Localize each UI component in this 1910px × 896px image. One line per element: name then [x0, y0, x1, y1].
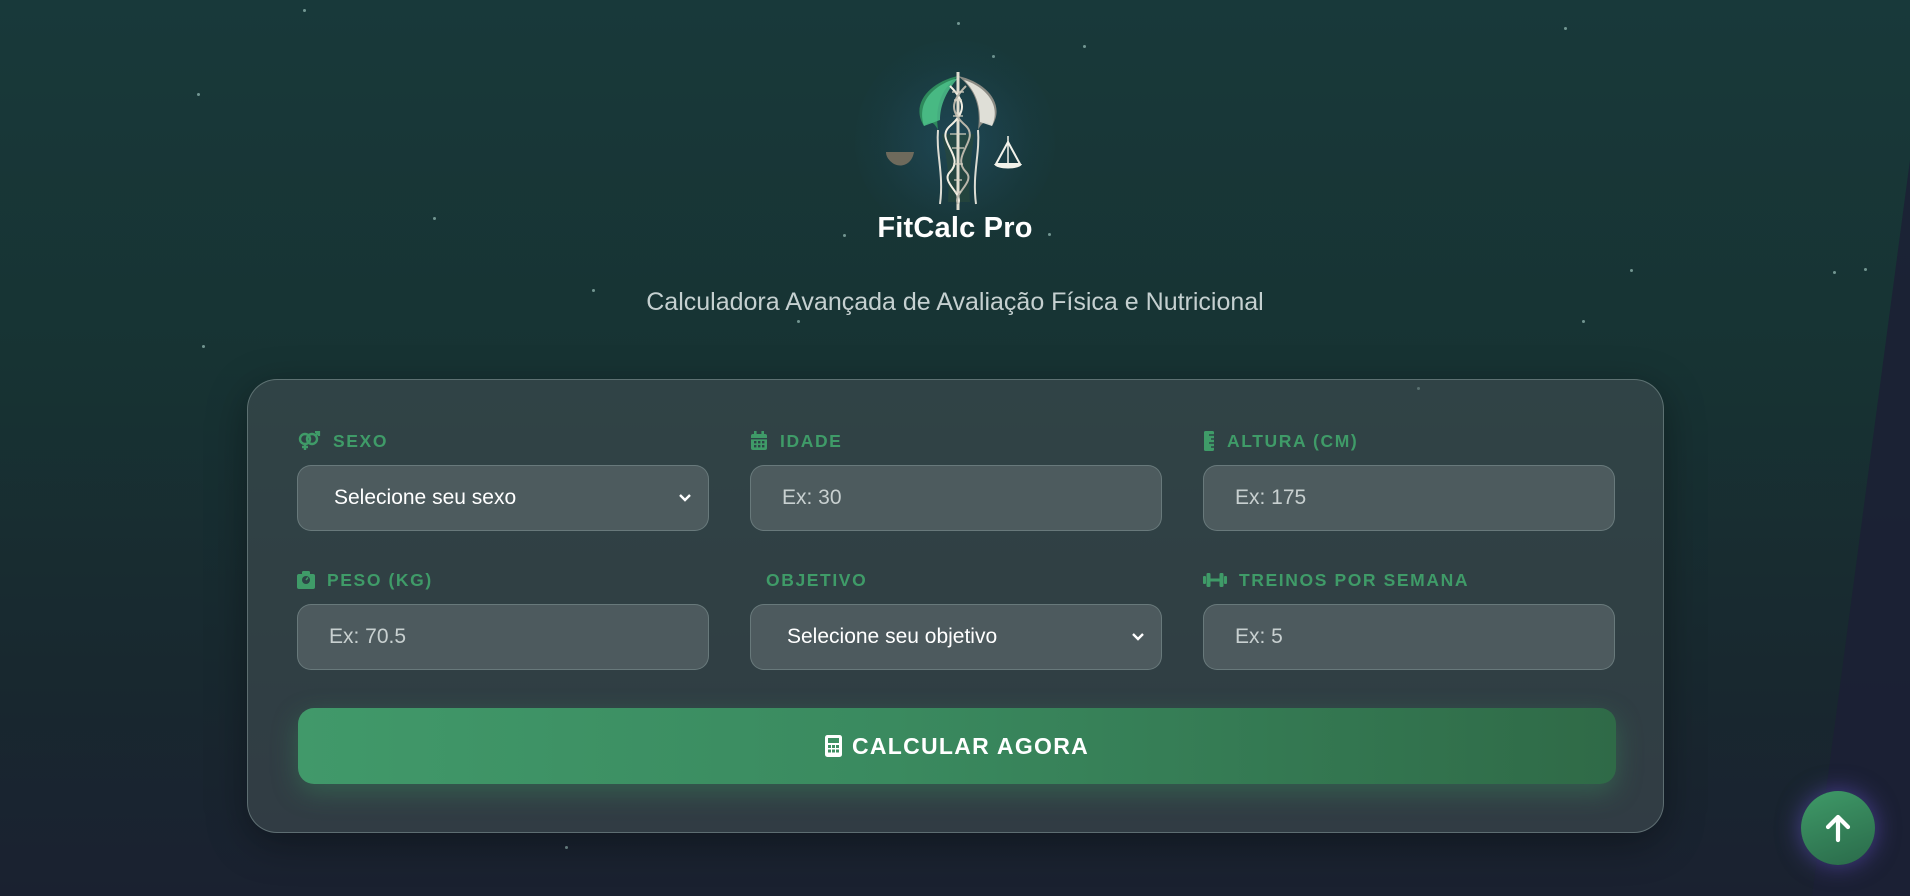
sexo-select[interactable]: Selecione seu sexo — [297, 465, 709, 531]
field-idade-label: IDADE — [780, 430, 843, 451]
altura-input[interactable]: Ex: 175 — [1203, 465, 1615, 531]
brand-title: FitCalc Pro — [877, 212, 1033, 244]
dumbbell-icon — [1203, 573, 1227, 587]
calculator-icon — [824, 735, 842, 757]
peso-input[interactable]: Ex: 70.5 — [297, 604, 709, 670]
objetivo-select-value: Selecione seu objetivo — [787, 625, 998, 648]
chevron-down-icon — [1132, 633, 1144, 641]
page-subtitle: Calculadora Avançada de Avaliação Física… — [646, 288, 1264, 316]
calculate-button-label: CALCULAR AGORA — [851, 732, 1090, 759]
fitness-dna-logo-icon — [886, 72, 1022, 210]
field-idade: IDADE Ex: 30 — [750, 430, 1162, 531]
sexo-select-value: Selecione seu sexo — [334, 486, 517, 509]
field-objetivo: OBJETIVO Selecione seu objetivo — [750, 569, 1162, 670]
treinos-input-placeholder: Ex: 5 — [1235, 625, 1283, 648]
chevron-down-icon — [679, 494, 691, 502]
arrow-up-icon — [1825, 814, 1851, 843]
calculate-button[interactable]: CALCULAR AGORA — [298, 708, 1616, 784]
gender-icon — [298, 431, 321, 450]
scroll-to-top-button[interactable] — [1801, 791, 1875, 865]
treinos-input[interactable]: Ex: 5 — [1203, 604, 1615, 670]
calendar-icon — [751, 431, 767, 450]
calculator-form-card: SEXO Selecione seu sexo IDADE Ex: 30 ALT… — [247, 379, 1664, 833]
idade-input[interactable]: Ex: 30 — [750, 465, 1162, 531]
objetivo-select[interactable]: Selecione seu objetivo — [750, 604, 1162, 670]
ruler-icon — [1204, 431, 1214, 451]
field-sexo: SEXO Selecione seu sexo — [297, 430, 709, 531]
field-objetivo-label: OBJETIVO — [766, 569, 868, 590]
field-peso: PESO (KG) Ex: 70.5 — [297, 569, 709, 670]
altura-input-placeholder: Ex: 175 — [1235, 486, 1307, 509]
field-treinos: TREINOS POR SEMANA Ex: 5 — [1203, 569, 1615, 670]
field-sexo-label: SEXO — [333, 430, 389, 451]
field-peso-label: PESO (KG) — [327, 569, 433, 590]
idade-input-placeholder: Ex: 30 — [782, 486, 842, 509]
field-treinos-label: TREINOS POR SEMANA — [1239, 569, 1470, 590]
field-altura: ALTURA (CM) Ex: 175 — [1203, 430, 1615, 531]
peso-input-placeholder: Ex: 70.5 — [329, 625, 407, 648]
field-altura-label: ALTURA (CM) — [1227, 430, 1359, 451]
weight-icon — [297, 571, 315, 589]
